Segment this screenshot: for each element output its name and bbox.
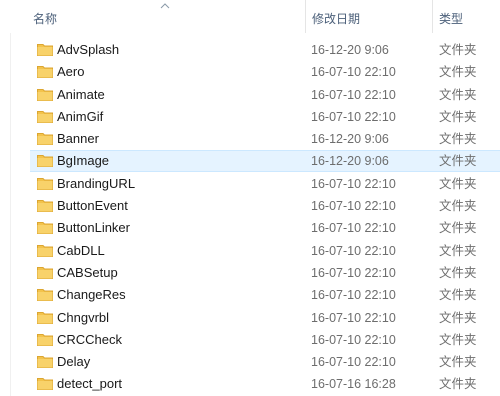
file-type: 文件夹 bbox=[439, 65, 477, 80]
file-type: 文件夹 bbox=[439, 154, 477, 169]
file-name: AnimGif bbox=[57, 108, 104, 124]
column-header-type[interactable]: 类型 bbox=[432, 0, 500, 33]
file-name: BrandingURL bbox=[57, 175, 136, 191]
file-explorer-window: 名称 修改日期 类型 AdvSplash 16-12-20 9:06 文件夹 A… bbox=[0, 0, 500, 396]
file-row[interactable]: BrandingURL 16-07-10 22:10 文件夹 bbox=[0, 173, 500, 195]
file-date-modified: 16-12-20 9:06 bbox=[311, 132, 389, 147]
file-date-modified: 16-07-10 22:10 bbox=[311, 243, 396, 258]
file-row[interactable]: ButtonLinker 16-07-10 22:10 文件夹 bbox=[0, 217, 500, 239]
file-name: CRCCheck bbox=[57, 331, 123, 347]
file-row[interactable]: AnimGif 16-07-10 22:10 文件夹 bbox=[0, 106, 500, 128]
folder-icon bbox=[37, 266, 53, 279]
file-row[interactable]: Aero 16-07-10 22:10 文件夹 bbox=[0, 61, 500, 83]
file-name: ButtonEvent bbox=[57, 198, 128, 214]
file-type: 文件夹 bbox=[439, 332, 477, 347]
file-row[interactable]: detect_port 16-07-16 16:28 文件夹 bbox=[0, 373, 500, 395]
column-header-bar: 名称 修改日期 类型 bbox=[0, 0, 500, 33]
file-date-modified: 16-07-10 22:10 bbox=[311, 199, 396, 214]
file-name: Banner bbox=[57, 131, 99, 147]
file-type: 文件夹 bbox=[439, 43, 477, 57]
file-date-modified: 16-07-10 22:10 bbox=[311, 65, 396, 80]
file-row[interactable]: CABSetup 16-07-10 22:10 文件夹 bbox=[0, 262, 500, 284]
file-name: Animate bbox=[57, 86, 105, 102]
folder-icon bbox=[37, 356, 53, 369]
folder-icon bbox=[37, 66, 53, 79]
file-name: CABSetup bbox=[57, 264, 118, 280]
file-date-modified: 16-07-10 22:10 bbox=[311, 332, 396, 347]
folder-icon bbox=[37, 155, 53, 168]
file-type: 文件夹 bbox=[439, 355, 477, 370]
folder-icon bbox=[37, 311, 53, 324]
file-row[interactable]: Delay 16-07-10 22:10 文件夹 bbox=[0, 351, 500, 373]
file-type: 文件夹 bbox=[439, 199, 477, 214]
file-name: CabDLL bbox=[57, 242, 105, 258]
file-type: 文件夹 bbox=[439, 132, 477, 147]
file-type: 文件夹 bbox=[439, 265, 477, 280]
file-date-modified: 16-07-10 22:10 bbox=[311, 109, 396, 124]
file-date-modified: 16-07-10 22:10 bbox=[311, 310, 396, 325]
folder-icon bbox=[37, 44, 53, 56]
file-date-modified: 16-12-20 9:06 bbox=[311, 43, 389, 57]
file-row-selected[interactable]: BgImage 16-12-20 9:06 文件夹 bbox=[0, 150, 500, 173]
file-type: 文件夹 bbox=[439, 288, 477, 303]
file-type: 文件夹 bbox=[439, 310, 477, 325]
file-date-modified: 16-07-16 16:28 bbox=[311, 377, 396, 392]
file-type: 文件夹 bbox=[439, 377, 477, 392]
folder-icon bbox=[37, 177, 53, 190]
file-name: ChangeRes bbox=[57, 287, 126, 303]
file-type: 文件夹 bbox=[439, 221, 477, 236]
file-date-modified: 16-07-10 22:10 bbox=[311, 288, 396, 303]
file-type: 文件夹 bbox=[439, 109, 477, 124]
file-row[interactable]: CRCCheck 16-07-10 22:10 文件夹 bbox=[0, 329, 500, 351]
file-row[interactable]: AdvSplash 16-12-20 9:06 文件夹 bbox=[0, 39, 500, 61]
file-date-modified: 16-07-10 22:10 bbox=[311, 221, 396, 236]
file-name: detect_port bbox=[57, 376, 123, 392]
folder-icon bbox=[37, 333, 53, 346]
file-name: AdvSplash bbox=[57, 42, 120, 57]
file-date-modified: 16-07-10 22:10 bbox=[311, 355, 396, 370]
file-name: BgImage bbox=[57, 153, 110, 169]
file-row[interactable]: ChangeRes 16-07-10 22:10 文件夹 bbox=[0, 284, 500, 306]
file-list: AdvSplash 16-12-20 9:06 文件夹 Aero 16-07-1… bbox=[0, 39, 500, 396]
file-row[interactable]: ButtonEvent 16-07-10 22:10 文件夹 bbox=[0, 195, 500, 217]
file-row[interactable]: Animate 16-07-10 22:10 文件夹 bbox=[0, 84, 500, 106]
file-date-modified: 16-07-10 22:10 bbox=[311, 87, 396, 102]
file-date-modified: 16-07-10 22:10 bbox=[311, 265, 396, 280]
file-name: Chngvrbl bbox=[57, 309, 110, 325]
column-header-date-modified[interactable]: 修改日期 bbox=[305, 0, 432, 33]
file-name: Aero bbox=[57, 64, 85, 80]
folder-icon bbox=[37, 133, 53, 146]
file-date-modified: 16-07-10 22:10 bbox=[311, 176, 396, 191]
column-header-name[interactable]: 名称 bbox=[27, 0, 305, 33]
file-type: 文件夹 bbox=[439, 87, 477, 102]
folder-icon bbox=[37, 200, 53, 213]
file-date-modified: 16-12-20 9:06 bbox=[311, 154, 389, 169]
file-row[interactable]: Chngvrbl 16-07-10 22:10 文件夹 bbox=[0, 307, 500, 329]
folder-icon bbox=[37, 378, 53, 391]
file-name: Delay bbox=[57, 354, 91, 370]
folder-icon bbox=[37, 222, 53, 235]
file-row[interactable]: CabDLL 16-07-10 22:10 文件夹 bbox=[0, 240, 500, 262]
folder-icon bbox=[37, 244, 53, 257]
file-type: 文件夹 bbox=[439, 176, 477, 191]
file-type: 文件夹 bbox=[439, 243, 477, 258]
file-name: ButtonLinker bbox=[57, 220, 130, 236]
file-row[interactable]: Banner 16-12-20 9:06 文件夹 bbox=[0, 128, 500, 150]
folder-icon bbox=[37, 88, 53, 101]
folder-icon bbox=[37, 110, 53, 123]
folder-icon bbox=[37, 289, 53, 302]
